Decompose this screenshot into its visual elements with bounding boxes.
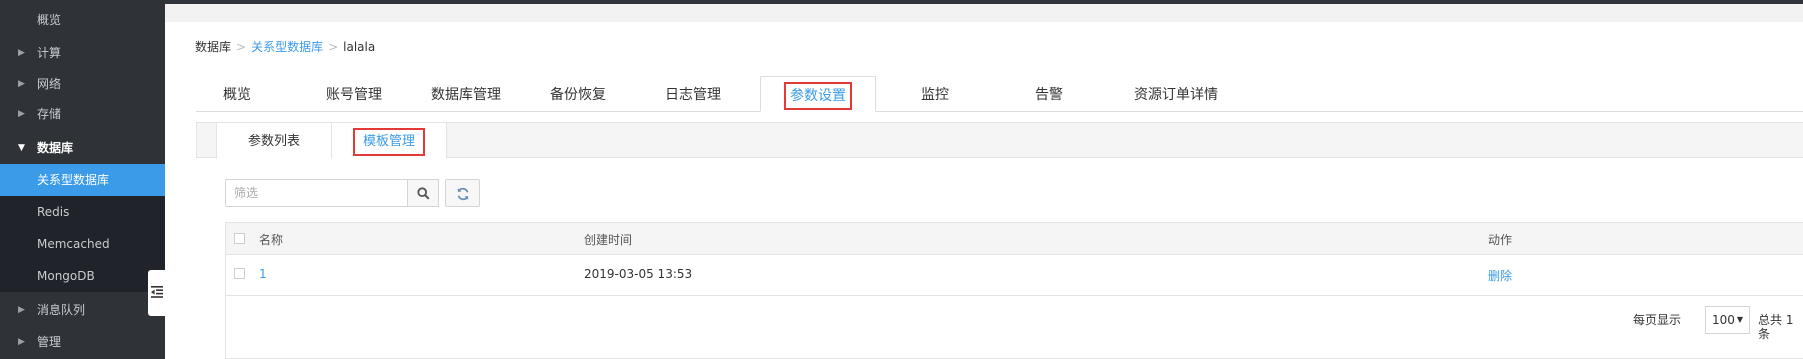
sidebar-item-label: 数据库 <box>37 141 74 155</box>
row-created-time: 2019-03-05 13:53 <box>584 267 693 281</box>
main-panel: 数据库 > 关系型数据库 > lalala 概览 账号管理 数据库管理 备份恢复 日志管… <box>165 22 1803 359</box>
search-icon <box>417 187 430 200</box>
breadcrumb-root: 数据库 <box>195 40 232 54</box>
sidebar-item-label: 概览 <box>37 13 62 27</box>
sidebar-subitem-rds[interactable]: 关系型数据库 <box>0 164 165 196</box>
sidebar-item-label: 存储 <box>37 107 62 121</box>
sidebar-item-network[interactable]: ▶ 网络 <box>0 69 165 99</box>
sidebar-item-label: Redis <box>37 205 70 219</box>
chevron-down-icon: ▼ <box>1736 315 1743 324</box>
breadcrumb-section-link[interactable]: 关系型数据库 <box>251 40 323 54</box>
tab-databases[interactable]: 数据库管理 <box>410 76 522 111</box>
parameter-subtabs: 参数列表 模板管理 <box>196 122 1803 159</box>
pagination: 每页显示 100 ▼ 总共 1 条 <box>226 295 1803 359</box>
top-strip <box>0 0 1803 4</box>
sidebar-subitem-redis[interactable]: Redis <box>0 196 165 228</box>
tab-accounts[interactable]: 账号管理 <box>298 76 410 111</box>
per-page-label: 每页显示 <box>1633 313 1682 327</box>
table-row: 1 2019-03-05 13:53 删除 <box>226 254 1803 296</box>
tab-alerts[interactable]: 告警 <box>993 76 1105 111</box>
column-header-name: 名称 <box>259 233 284 247</box>
sidebar-item-label: 消息队列 <box>37 303 86 317</box>
total-count: 总共 1 条 <box>1758 313 1794 341</box>
sidebar-item-label: Memcached <box>37 237 110 251</box>
sidebar-item-mq[interactable]: ▶ 消息队列 <box>0 295 165 325</box>
row-name-link[interactable]: 1 <box>259 267 267 281</box>
sidebar-subitem-mongodb[interactable]: MongoDB <box>0 260 165 292</box>
sidebar-item-database[interactable]: ▼ 数据库 <box>0 133 165 163</box>
refresh-button[interactable] <box>445 179 480 207</box>
instance-tabs: 概览 账号管理 数据库管理 备份恢复 日志管理 参数设置 监控 告警 资源订单详… <box>196 76 1803 112</box>
caret-right-icon: ▶ <box>18 305 25 315</box>
per-page-value: 100 <box>1712 313 1735 327</box>
tab-backup[interactable]: 备份恢复 <box>522 76 634 111</box>
subtab-param-list[interactable]: 参数列表 <box>216 122 332 159</box>
delete-link[interactable]: 删除 <box>1488 267 1512 284</box>
caret-right-icon: ▶ <box>18 48 25 58</box>
breadcrumb-current: lalala <box>343 40 376 54</box>
filter-input[interactable] <box>225 179 408 207</box>
sidebar-item-label: 计算 <box>37 46 62 60</box>
select-all-checkbox[interactable] <box>234 233 245 244</box>
sidebar-collapse-button[interactable] <box>148 270 166 316</box>
breadcrumb-separator: > <box>236 40 247 54</box>
per-page-select[interactable]: 100 ▼ <box>1705 306 1750 334</box>
sidebar-item-overview[interactable]: 概览 <box>0 5 165 35</box>
caret-down-icon: ▼ <box>18 143 25 153</box>
row-checkbox[interactable] <box>234 268 245 279</box>
caret-right-icon: ▶ <box>18 337 25 347</box>
sidebar-item-manage[interactable]: ▶ 管理 <box>0 327 165 357</box>
column-header-action: 动作 <box>1488 233 1513 247</box>
sidebar-item-label: 管理 <box>37 335 62 349</box>
breadcrumb-separator: > <box>328 40 339 54</box>
table-header: 名称 创建时间 动作 <box>226 223 1803 255</box>
template-table: 名称 创建时间 动作 1 2019-03-05 13:53 删除 每页显示 10… <box>225 222 1803 359</box>
column-header-created: 创建时间 <box>584 233 633 247</box>
sidebar-item-label: MongoDB <box>37 269 95 283</box>
tab-parameters[interactable]: 参数设置 <box>760 76 876 112</box>
outdent-icon <box>151 286 163 298</box>
breadcrumb: 数据库 > 关系型数据库 > lalala <box>195 40 375 54</box>
subtab-template-mgmt[interactable]: 模板管理 <box>331 122 447 159</box>
search-button[interactable] <box>407 179 439 207</box>
sidebar-subitem-memcached[interactable]: Memcached <box>0 228 165 260</box>
tab-logs[interactable]: 日志管理 <box>636 76 750 111</box>
tab-monitoring[interactable]: 监控 <box>879 76 991 111</box>
tab-overview[interactable]: 概览 <box>196 76 278 111</box>
sidebar-item-compute[interactable]: ▶ 计算 <box>0 38 165 68</box>
sidebar-item-label: 网络 <box>37 77 62 91</box>
subtab-template-mgmt-label: 模板管理 <box>352 128 425 156</box>
sidebar-item-storage[interactable]: ▶ 存储 <box>0 99 165 129</box>
caret-right-icon: ▶ <box>18 109 25 119</box>
tab-order-details[interactable]: 资源订单详情 <box>1108 76 1244 111</box>
sidebar-item-label: 关系型数据库 <box>37 173 110 187</box>
tab-parameters-label: 参数设置 <box>784 82 852 110</box>
refresh-icon <box>457 187 469 201</box>
sidebar: 概览 ▶ 计算 ▶ 网络 ▶ 存储 ▼ 数据库 关系型数据库 Redis Mem… <box>0 0 166 359</box>
caret-right-icon: ▶ <box>18 79 25 89</box>
